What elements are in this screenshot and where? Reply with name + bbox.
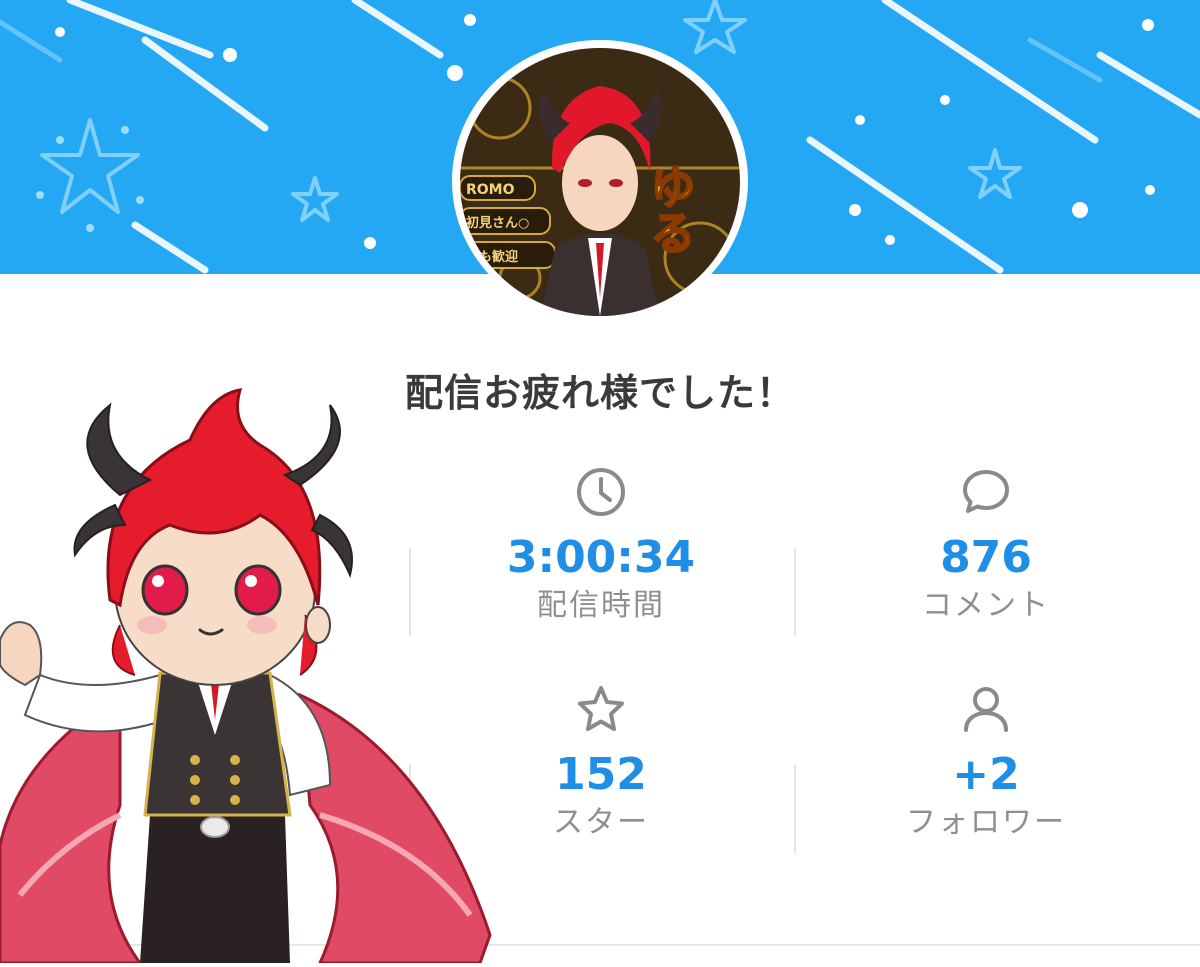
stat-comments: 876 コメント: [826, 466, 1146, 626]
star-icon: [578, 686, 624, 731]
avatar[interactable]: ROMO 初見さん○ でも歓迎 ゆる: [460, 48, 740, 316]
followers-label: フォロワー: [906, 805, 1066, 840]
divider: [794, 548, 796, 636]
mascot-illustration: [0, 375, 500, 965]
person-icon: [964, 687, 1008, 732]
followers-value: +2: [952, 749, 1020, 800]
svg-text:ゆる: ゆる: [643, 163, 697, 255]
divider: [794, 765, 796, 853]
clock-icon: [577, 468, 625, 516]
stat-followers: +2 フォロワー: [826, 683, 1146, 843]
svg-text:初見さん○: 初見さん○: [466, 215, 529, 231]
comments-value: 876: [940, 532, 1032, 583]
comment-icon: [963, 470, 1009, 513]
svg-text:ROMO: ROMO: [466, 182, 515, 198]
comments-label: コメント: [922, 588, 1050, 623]
